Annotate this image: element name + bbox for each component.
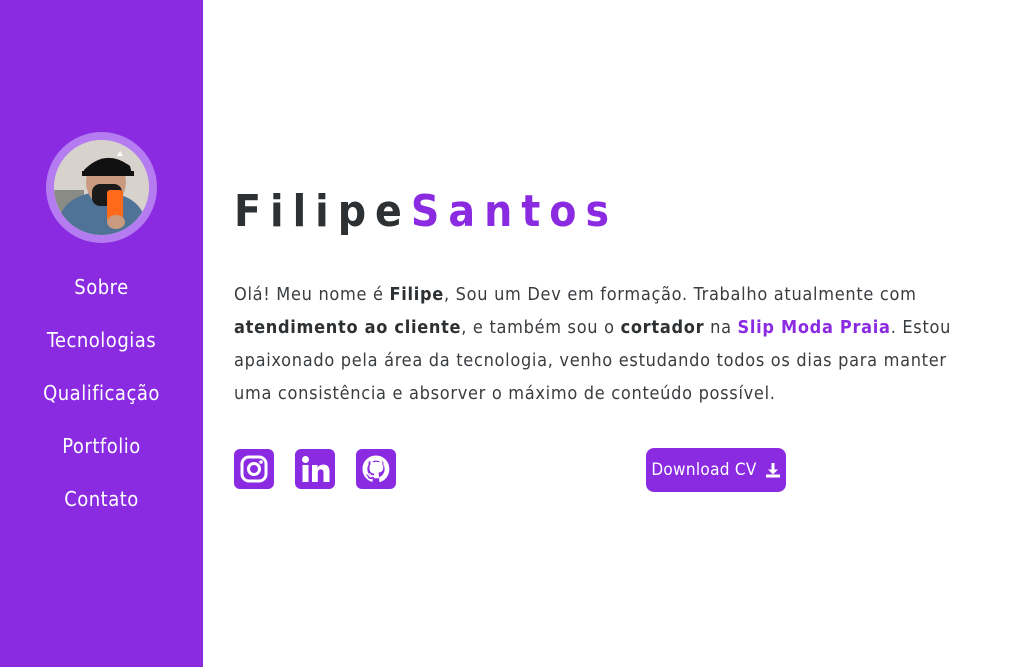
nav-item-sobre[interactable]: Sobre — [0, 268, 203, 321]
linkedin-icon — [302, 456, 330, 482]
sidebar-nav: Sobre Tecnologias Qualificação Portfolio… — [0, 268, 203, 533]
about-bold-job: atendimento ao cliente — [234, 317, 462, 338]
github-link[interactable] — [356, 449, 396, 489]
company-name: Slip Moda Praia — [737, 317, 891, 338]
download-cv-button[interactable]: Download CV — [646, 448, 786, 492]
sidebar: Sobre Tecnologias Qualificação Portfolio… — [0, 0, 203, 667]
nav-item-portfolio[interactable]: Portfolio — [0, 427, 203, 480]
download-cv-label: Download CV — [651, 460, 757, 480]
avatar-photo — [54, 140, 149, 235]
about-bold-name: Filipe — [389, 284, 444, 305]
instagram-icon — [240, 455, 268, 483]
about-text: Olá! Meu nome é Filipe, Sou um Dev em fo… — [234, 278, 974, 410]
download-icon — [765, 463, 780, 478]
avatar-photo-graphic — [54, 140, 149, 235]
instagram-link[interactable] — [234, 449, 274, 489]
nav-item-contato[interactable]: Contato — [0, 480, 203, 533]
about-text-part: , e também sou o — [461, 317, 621, 338]
avatar — [46, 132, 157, 243]
about-bold-role: cortador — [620, 317, 705, 338]
nav-item-tecnologias[interactable]: Tecnologias — [0, 321, 203, 374]
linkedin-link[interactable] — [295, 449, 335, 489]
nav-item-qualificacao[interactable]: Qualificação — [0, 374, 203, 427]
about-text-part: na — [704, 317, 738, 338]
github-icon — [362, 455, 390, 483]
last-name: Santos — [410, 186, 619, 237]
about-text-part: Olá! Meu nome é — [234, 284, 390, 305]
social-links — [234, 449, 396, 489]
first-name: Filipe — [234, 186, 411, 237]
about-text-part: , Sou um Dev em formação. Trabalho atual… — [444, 284, 917, 305]
page-title: FilipeSantos — [234, 182, 618, 242]
